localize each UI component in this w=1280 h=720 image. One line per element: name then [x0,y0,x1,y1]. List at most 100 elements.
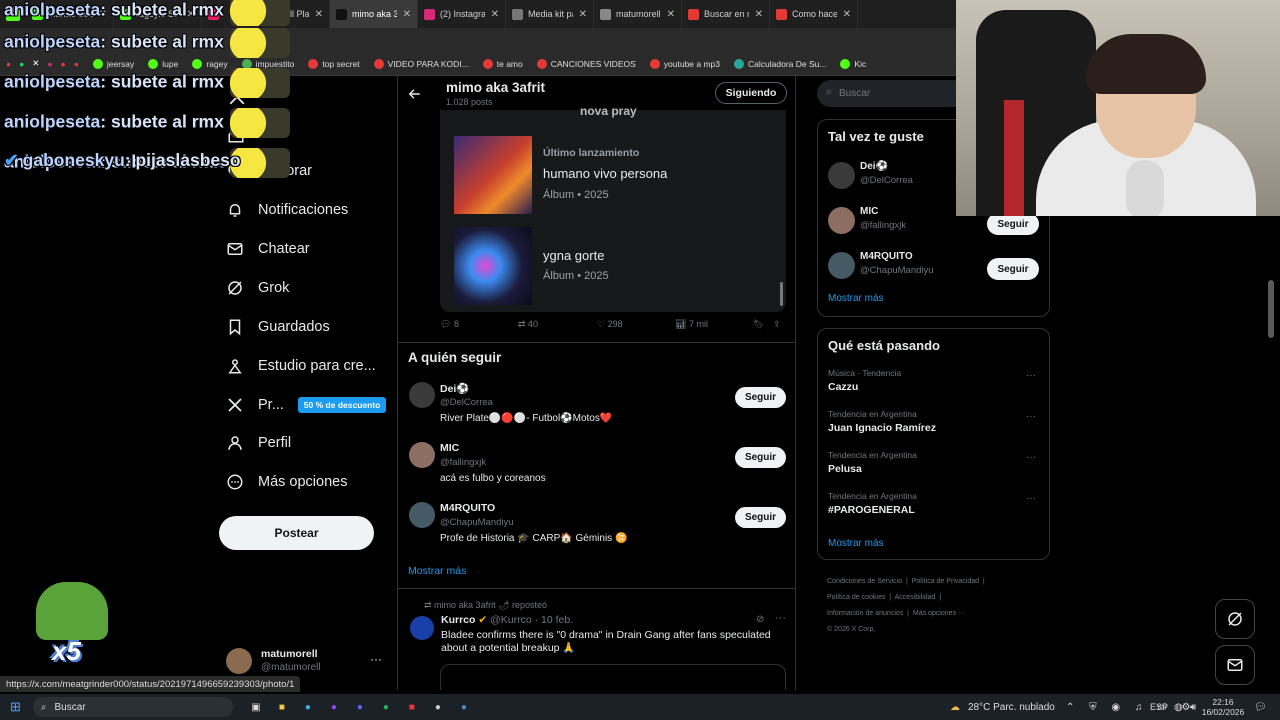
more-dots-icon[interactable]: ··· [1026,411,1036,422]
nav-item[interactable]: Notificaciones [226,201,348,219]
media-card[interactable] [440,664,786,690]
back-arrow-icon[interactable] [408,87,422,101]
user-name[interactable]: MIC [860,206,878,217]
bookmark-item[interactable]: ragey [192,58,228,69]
bookmark-item[interactable]: Calculadora De Su... [734,58,826,69]
nav-item[interactable]: Perfil [226,434,291,452]
album-cover[interactable] [454,136,532,214]
bookmark-item[interactable]: VIDEO PARA KODI... [373,58,469,69]
following-button[interactable]: Siguiendo [715,82,787,104]
repost-button[interactable]: ⇄ 40 [518,319,538,330]
network-icon[interactable]: ◍ [1174,702,1183,713]
repost-tweet[interactable]: ⇄ mimo aka 3afrit 🌶 reposteó Kurrco ✔ @K… [398,596,795,690]
close-icon[interactable]: ✕ [491,9,499,20]
user-name[interactable]: M4RQUITO [440,502,495,514]
close-icon[interactable]: ✕ [667,9,675,20]
messages-float-button[interactable] [1215,645,1255,685]
more-dots-icon[interactable]: ··· [775,612,786,624]
footer-link[interactable]: Más opciones ··· [913,610,965,617]
close-icon[interactable]: ✕ [755,9,763,20]
search-box[interactable]: ⌕ Buscar [817,80,967,107]
obs-icon[interactable]: ● [425,702,451,713]
footer-link[interactable]: Política de Privacidad [912,578,979,585]
language-indicator[interactable]: ESP [1150,702,1168,712]
trend-item[interactable]: Tendencia en Argentina Juan Ignacio Ramír… [818,409,1049,447]
close-icon[interactable]: ✕ [315,9,323,20]
browser-tab[interactable]: Media kit para ✕ [506,0,594,28]
nav-item[interactable]: Grok [226,279,289,297]
more-dots-icon[interactable]: ··· [1026,493,1036,504]
bookmark-item[interactable]: youtube a mp3 [649,58,720,69]
footer-link[interactable]: Información de anuncios [827,610,903,617]
nav-item[interactable]: Estudio para cre... [226,357,376,375]
album-title[interactable]: humano vivo persona [543,166,667,181]
grok-icon[interactable]: ⊘ [756,614,764,625]
reply-button[interactable]: 💬︎ 8 [440,319,459,330]
bookmark-item[interactable]: lupe [148,58,178,69]
show-more-link[interactable]: Mostrar más [408,565,466,577]
more-dots-icon[interactable]: ··· [1026,370,1036,381]
follow-suggestion[interactable]: M4RQUITO @ChapuMandiyu Profe de Historia 🎓… [398,500,795,558]
weather-text[interactable]: 28°C Parc. nublado [968,702,1055,713]
follow-button[interactable]: Seguir [987,213,1039,235]
task-view-icon[interactable]: ▣ [243,702,269,713]
follow-button[interactable]: Seguir [735,387,786,408]
bookmark-item[interactable]: impuestito [241,58,294,69]
notification-icon[interactable]: 💬︎ [1254,702,1267,713]
user-name[interactable]: M4RQUITO [860,251,913,262]
more-dots-icon[interactable]: ··· [1026,452,1036,463]
user-name[interactable]: Dei⚽ [440,382,469,395]
grok-float-button[interactable] [1215,599,1255,639]
post-button[interactable]: Postear [219,516,374,550]
user-name[interactable]: MIC [440,442,459,454]
browser-tab[interactable]: mimo aka 3afri ✕ [330,0,418,28]
suggestion-item[interactable]: M4RQUITO @ChapuMandiyu Seguir [818,250,1049,292]
share-icon[interactable]: ⇪ [773,319,781,330]
page-scrollbar[interactable] [1268,280,1274,338]
bookmark-item[interactable]: CANCIONES VIDEOS [536,58,636,69]
bookmark-item[interactable]: top secret [308,58,360,69]
footer-link[interactable]: Accesibilidad [895,594,936,601]
edge-icon[interactable]: ● [295,702,321,713]
windows-start-icon[interactable]: ⊞ [10,699,21,715]
browser-tab[interactable]: Buscar en med ✕ [682,0,770,28]
more-dots-icon[interactable]: ··· [370,652,382,666]
weather-icon[interactable]: ☁ [950,702,960,713]
views-button[interactable]: 📊︎ 7 mil [675,319,708,330]
clock[interactable]: 22:16 16/02/2026 [1200,697,1246,717]
nav-item[interactable]: Pr... 50 % de descuento [226,396,387,414]
trend-item[interactable]: Tendencia en Argentina Pelusa ··· [818,450,1049,488]
follow-button[interactable]: Seguir [735,447,786,468]
volume-icon[interactable]: 🔊︎ [1190,702,1196,713]
file-explorer-icon[interactable]: ■ [269,702,295,713]
canva-icon[interactable]: ● [321,702,347,713]
tweet-author[interactable]: Kurrco ✔ @Kurrco · 10 feb. [441,614,573,626]
footer-link[interactable]: Política de cookies [827,594,885,601]
follow-suggestion[interactable]: MIC @fallingxjk acá es fulbo y coreanos Seg… [398,440,795,498]
album-cover[interactable] [454,227,532,305]
follow-button[interactable]: Seguir [987,258,1039,280]
discord-icon[interactable]: ● [347,702,373,713]
bookmark-item[interactable]: Kic [840,58,866,69]
browser-tab[interactable]: Como hacer un ✕ [770,0,858,28]
nav-item[interactable]: Guardados [226,318,330,336]
bookmark-item[interactable]: jeersay [92,58,134,69]
album-title[interactable]: ygna gorte [543,248,604,263]
follow-suggestion[interactable]: Dei⚽ @DelCorrea River Plate⚪🔴⚪- Futbol⚽Mot… [398,380,795,438]
taskbar-search[interactable]: ⌕ Buscar [32,697,233,717]
like-button[interactable]: ♡ 298 [597,319,623,330]
close-icon[interactable]: ✕ [579,9,587,20]
bookmark-icon[interactable]: 🔖︎ [753,319,764,330]
follow-button[interactable]: Seguir [735,507,786,528]
show-more-link[interactable]: Mostrar más [828,293,884,304]
music-embed[interactable]: nova pray Último lanzamiento humano vivo… [440,104,786,312]
trend-item[interactable]: Tendencia en Argentina #PAROGENERAL ··· [818,491,1049,529]
nav-item[interactable]: Chatear [226,240,310,258]
app-icon[interactable]: ■ [399,702,425,713]
nav-item[interactable]: Más opciones [226,473,347,491]
user-name[interactable]: Dei⚽ [860,161,888,172]
close-icon[interactable]: ✕ [403,9,411,20]
bookmark-item[interactable]: te amo [482,58,523,69]
scrollbar[interactable] [780,282,783,306]
browser-tab[interactable]: (2) Instagram - ✕ [418,0,506,28]
